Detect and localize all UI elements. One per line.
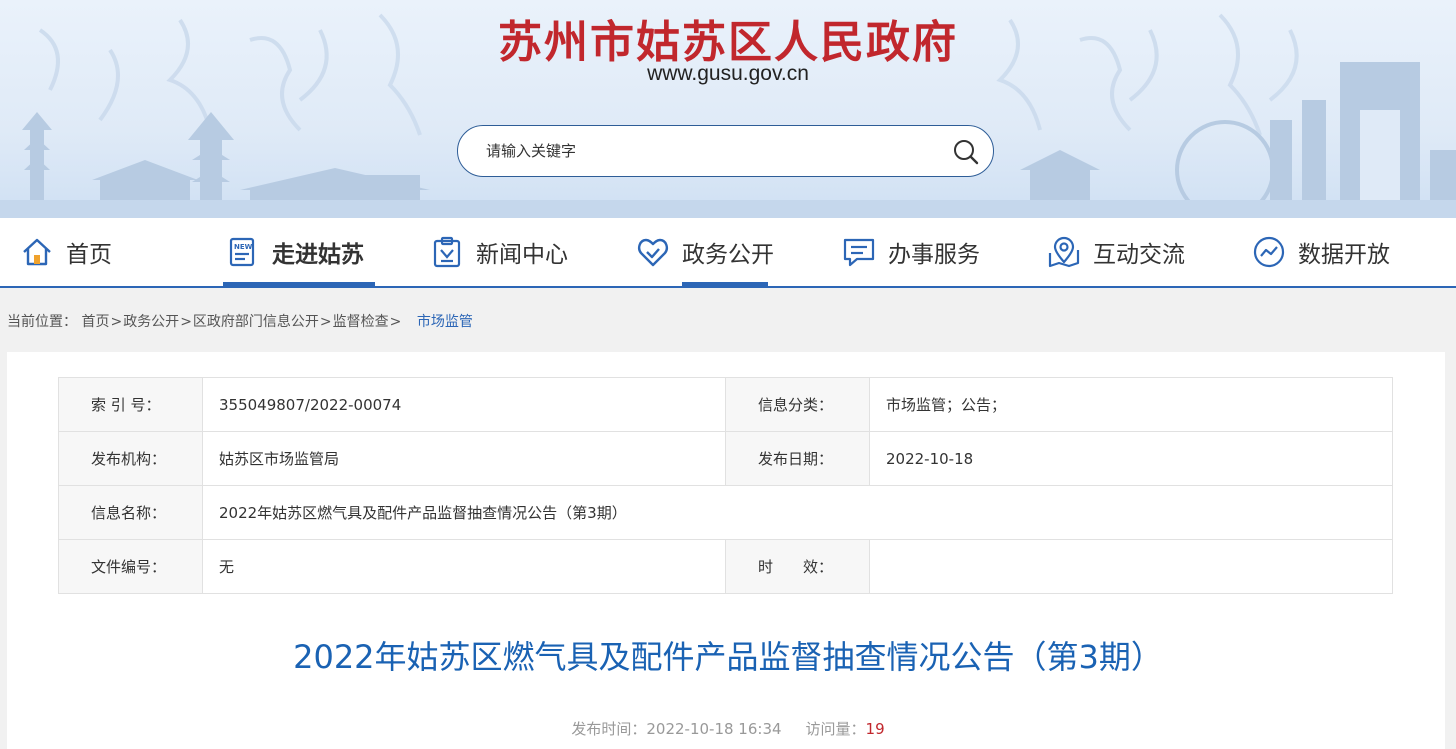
- main-nav: 首页 NEW 走进姑苏 新闻中心 政务公开 办事服务 互动交流 数据开放: [0, 218, 1456, 288]
- nav-item-news[interactable]: 新闻中心: [430, 218, 568, 286]
- chart-circle-icon: [1252, 235, 1286, 269]
- clipboard-icon: [430, 235, 464, 269]
- chat-icon: [842, 235, 876, 269]
- meta-info-table: 索 引 号： 355049807/2022-00074 信息分类： 市场监管；公…: [58, 377, 1393, 594]
- views-count: 19: [865, 720, 885, 738]
- news-document-icon: NEW: [226, 235, 260, 269]
- meta-label-publisher: 发布机构：: [58, 431, 203, 486]
- breadcrumb: 当前位置： 首页>政务公开>区政府部门信息公开>监督检查> 市场监管: [7, 311, 473, 331]
- nav-label-about: 走进姑苏: [272, 242, 364, 268]
- table-row: 发布机构： 姑苏区市场监管局 发布日期： 2022-10-18: [58, 431, 1393, 486]
- search-input[interactable]: [486, 138, 926, 164]
- nav-active-indicator: [223, 282, 375, 286]
- breadcrumb-separator: >: [180, 314, 192, 330]
- breadcrumb-link-home[interactable]: 首页: [81, 314, 109, 330]
- breadcrumb-separator: >: [389, 314, 402, 330]
- search-icon[interactable]: [951, 137, 981, 167]
- site-title: 苏州市姑苏区人民政府: [498, 17, 958, 68]
- table-row: 文件编号： 无 时 效：: [58, 539, 1393, 594]
- nav-label-open-data: 数据开放: [1298, 242, 1390, 268]
- table-row: 信息名称： 2022年姑苏区燃气具及配件产品监督抽查情况公告（第3期）: [58, 485, 1393, 540]
- meta-label-name: 信息名称：: [58, 485, 203, 540]
- nav-label-gov-affairs: 政务公开: [682, 242, 774, 268]
- search-bar: [457, 125, 994, 177]
- published-label: 发布时间：: [571, 720, 647, 738]
- table-row: 索 引 号： 355049807/2022-00074 信息分类： 市场监管；公…: [58, 377, 1393, 432]
- meta-value-index: 355049807/2022-00074: [202, 377, 726, 432]
- meta-value-validity: [869, 539, 1393, 594]
- meta-value-category: 市场监管；公告；: [869, 377, 1393, 432]
- nav-hover-indicator: [682, 282, 768, 286]
- meta-label-validity: 时 效：: [725, 539, 870, 594]
- views-label: 访问量：: [805, 720, 866, 738]
- meta-label-category: 信息分类：: [725, 377, 870, 432]
- home-icon: [20, 235, 54, 269]
- meta-label-index: 索 引 号：: [58, 377, 203, 432]
- nav-label-home: 首页: [66, 242, 112, 268]
- meta-value-publisher: 姑苏区市场监管局: [202, 431, 726, 486]
- nav-label-interaction: 互动交流: [1093, 242, 1185, 268]
- site-url: www.gusu.gov.cn: [647, 62, 809, 85]
- nav-label-news: 新闻中心: [476, 242, 568, 268]
- breadcrumb-current[interactable]: 市场监管: [417, 314, 473, 330]
- nav-item-home[interactable]: 首页: [20, 218, 112, 286]
- breadcrumb-link-dept-info[interactable]: 区政府部门信息公开: [193, 314, 319, 330]
- nav-item-about[interactable]: NEW 走进姑苏: [226, 218, 364, 286]
- map-pin-icon: [1047, 235, 1081, 269]
- article-info: 发布时间：2022-10-18 16:34 访问量：19: [0, 718, 1456, 739]
- header-banner: 苏州市姑苏区人民政府 www.gusu.gov.cn: [0, 0, 1456, 218]
- meta-value-docno: 无: [202, 539, 726, 594]
- meta-value-date: 2022-10-18: [869, 431, 1393, 486]
- nav-item-open-data[interactable]: 数据开放: [1252, 218, 1390, 286]
- meta-label-date: 发布日期：: [725, 431, 870, 486]
- heart-hands-icon: [636, 235, 670, 269]
- breadcrumb-link-gov-affairs[interactable]: 政务公开: [123, 314, 179, 330]
- nav-item-gov-affairs[interactable]: 政务公开: [636, 218, 774, 286]
- breadcrumb-separator: >: [319, 314, 332, 330]
- breadcrumb-prefix: 当前位置：: [7, 314, 77, 330]
- breadcrumb-link-inspection[interactable]: 监督检查: [333, 314, 389, 330]
- meta-value-name: 2022年姑苏区燃气具及配件产品监督抽查情况公告（第3期）: [202, 485, 1393, 540]
- nav-item-interaction[interactable]: 互动交流: [1047, 218, 1185, 286]
- breadcrumb-separator: >: [110, 314, 123, 330]
- svg-text:NEW: NEW: [234, 243, 253, 251]
- article-title: 2022年姑苏区燃气具及配件产品监督抽查情况公告（第3期）: [293, 638, 1163, 676]
- meta-label-docno: 文件编号：: [58, 539, 203, 594]
- nav-label-services: 办事服务: [888, 242, 980, 268]
- nav-item-services[interactable]: 办事服务: [842, 218, 980, 286]
- published-value: 2022-10-18 16:34: [646, 720, 782, 738]
